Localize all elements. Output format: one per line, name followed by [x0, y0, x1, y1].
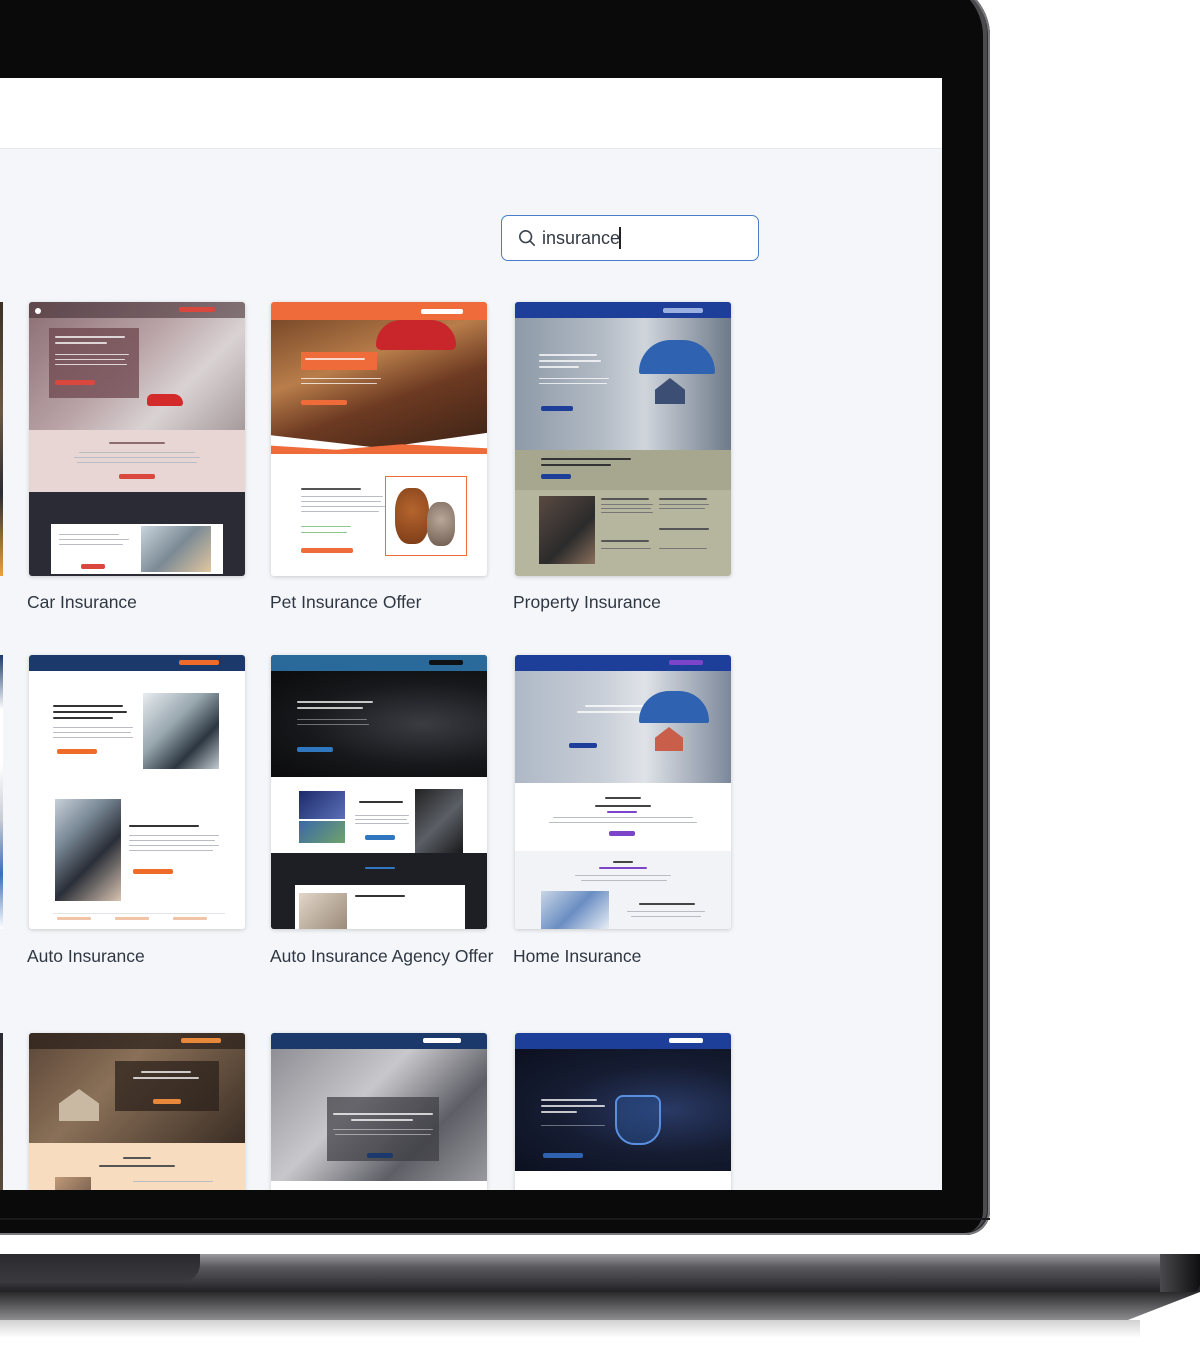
cat-icon: [427, 502, 455, 546]
hero-image: [515, 302, 731, 450]
search-box[interactable]: [501, 215, 759, 261]
about-image: [299, 821, 345, 843]
offer-image: [141, 526, 211, 572]
template-title[interactable]: Home Insurance: [513, 945, 743, 968]
template-title[interactable]: Car Insurance: [27, 591, 257, 614]
template-title[interactable]: Property Insurance: [513, 591, 743, 614]
dog-hat-icon: [376, 320, 456, 350]
hero-headline-box: [301, 352, 377, 370]
services-image: [541, 891, 609, 929]
about-section: [29, 430, 245, 492]
bezel-line: [0, 1218, 990, 1220]
template-card-row3-1[interactable]: [29, 1033, 245, 1190]
template-card-row3-3[interactable]: [515, 1033, 731, 1190]
partial-card-left[interactable]: [0, 1033, 3, 1190]
about-section: [271, 1181, 487, 1190]
laptop-base-tip: [1160, 1254, 1200, 1292]
screen: Car Insurance Pet Insurance Offer: [0, 78, 942, 1190]
laptop-base-bottom: [0, 1292, 1200, 1320]
partial-card-left[interactable]: [0, 655, 3, 929]
toy-car-icon: [147, 394, 183, 406]
hero-panel: [49, 328, 139, 398]
template-card-property-insurance[interactable]: [515, 302, 731, 576]
shield-icon: [615, 1095, 661, 1145]
laptop-notch: [0, 1254, 200, 1282]
search-input[interactable]: [542, 227, 742, 249]
template-title[interactable]: Auto Insurance Agency Offer: [270, 945, 500, 968]
dog-icon: [395, 488, 429, 544]
services-image: [299, 893, 347, 929]
template-title[interactable]: Pet Insurance Offer: [270, 591, 500, 614]
template-card-row3-2[interactable]: [271, 1033, 487, 1190]
template-title[interactable]: Auto Insurance: [27, 945, 257, 968]
hero-image: [515, 671, 731, 783]
logo-icon: [35, 308, 41, 314]
about-image: [55, 799, 121, 901]
partial-card-left[interactable]: [0, 302, 3, 576]
car-interior-image: [415, 789, 463, 859]
about-image: [539, 496, 595, 564]
laptop-shadow: [0, 1320, 1140, 1338]
top-bar: [0, 78, 942, 149]
template-card-home-insurance[interactable]: [515, 655, 731, 929]
about-image: [55, 1177, 91, 1190]
about-image: [299, 791, 345, 819]
values-band: [515, 450, 731, 490]
template-card-auto-insurance-agency-offer[interactable]: [271, 655, 487, 929]
template-card-auto-insurance[interactable]: [29, 655, 245, 929]
hero-image: [143, 693, 219, 769]
template-card-car-insurance[interactable]: [29, 302, 245, 576]
template-card-pet-insurance-offer[interactable]: [271, 302, 487, 576]
features-row: [53, 913, 225, 928]
about-section: [515, 1171, 731, 1190]
search-icon: [518, 229, 536, 247]
text-caret: [619, 227, 621, 249]
nav-cta-button: [179, 307, 215, 312]
